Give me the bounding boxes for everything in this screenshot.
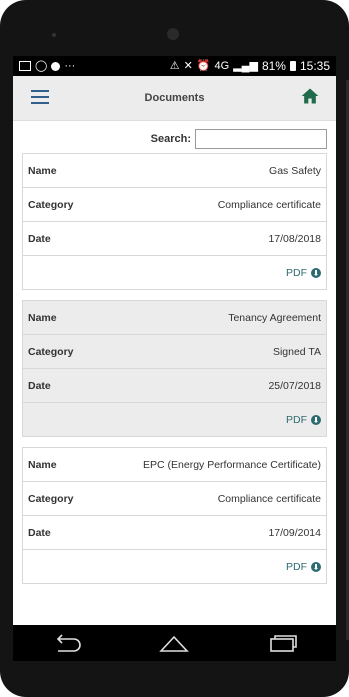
search-row: Search:: [22, 129, 327, 149]
document-name: EPC (Energy Performance Certificate): [143, 458, 321, 471]
screen: ◯ ··· ⚠ ✕ ⏰ 4G ▂▄▆ 81% 15:35 Documents S…: [13, 56, 336, 625]
page-title: Documents: [144, 92, 205, 104]
date-row: Date 17/08/2018: [23, 222, 326, 256]
mute-icon: ✕: [183, 59, 193, 72]
document-date: 17/09/2014: [268, 526, 321, 539]
alarm-icon: ⏰: [196, 59, 211, 72]
name-row: Name Tenancy Agreement: [23, 301, 326, 335]
phone-sensor: [52, 33, 56, 37]
document-card: Name Gas Safety Category Compliance cert…: [22, 153, 327, 290]
document-date: 17/08/2018: [268, 232, 321, 245]
date-row: Date 17/09/2014: [23, 516, 326, 550]
category-row: Category Compliance certificate: [23, 482, 326, 516]
status-left: ◯ ···: [19, 59, 76, 72]
document-card: Name EPC (Energy Performance Certificate…: [22, 447, 327, 584]
category-label: Category: [28, 492, 74, 505]
whatsapp-icon: ◯: [35, 59, 48, 72]
document-name: Tenancy Agreement: [228, 311, 321, 324]
phone-frame: ◯ ··· ⚠ ✕ ⏰ 4G ▂▄▆ 81% 15:35 Documents S…: [0, 0, 349, 697]
notification-icon: [51, 61, 61, 71]
home-icon[interactable]: [300, 86, 320, 106]
gallery-icon: [19, 61, 31, 71]
recents-icon[interactable]: [265, 633, 299, 653]
more-notifications-icon: ···: [64, 59, 76, 72]
document-category: Compliance certificate: [217, 198, 321, 211]
date-label: Date: [28, 232, 51, 245]
home-nav-icon[interactable]: [157, 633, 191, 653]
clock: 15:35: [299, 59, 330, 73]
content: Search: Name Gas Safety Category Complia…: [13, 121, 336, 584]
category-label: Category: [28, 198, 74, 211]
back-icon[interactable]: [50, 633, 84, 653]
document-category: Signed TA: [272, 345, 321, 358]
pdf-download-icon[interactable]: [311, 414, 321, 425]
name-row: Name Gas Safety: [23, 154, 326, 188]
battery-icon: [289, 61, 296, 71]
document-date: 25/07/2018: [268, 379, 321, 392]
pdf-link[interactable]: PDF: [23, 256, 326, 289]
pdf-label[interactable]: PDF: [286, 561, 307, 573]
search-input[interactable]: [195, 129, 327, 149]
pdf-download-icon[interactable]: [311, 561, 321, 572]
date-label: Date: [28, 379, 51, 392]
status-right: ⚠ ✕ ⏰ 4G ▂▄▆ 81% 15:35: [170, 59, 330, 73]
battery-percent: 81%: [261, 59, 286, 73]
pdf-download-icon[interactable]: [311, 267, 321, 278]
date-row: Date 25/07/2018: [23, 369, 326, 403]
warning-icon: ⚠: [169, 59, 180, 72]
search-label: Search:: [150, 133, 191, 145]
menu-icon[interactable]: [31, 90, 49, 104]
name-row: Name EPC (Energy Performance Certificate…: [23, 448, 326, 482]
name-label: Name: [28, 311, 57, 324]
status-bar: ◯ ··· ⚠ ✕ ⏰ 4G ▂▄▆ 81% 15:35: [13, 56, 336, 76]
document-category: Compliance certificate: [217, 492, 321, 505]
app-bar: Documents: [13, 76, 336, 121]
category-label: Category: [28, 345, 74, 358]
pdf-link[interactable]: PDF: [23, 550, 326, 583]
android-nav-bar: [13, 625, 336, 661]
date-label: Date: [28, 526, 51, 539]
pdf-link[interactable]: PDF: [23, 403, 326, 436]
signal-icon: ▂▄▆: [233, 59, 258, 72]
document-card: Name Tenancy Agreement Category Signed T…: [22, 300, 327, 437]
front-camera: [167, 28, 179, 40]
category-row: Category Compliance certificate: [23, 188, 326, 222]
category-row: Category Signed TA: [23, 335, 326, 369]
name-label: Name: [28, 458, 57, 471]
pdf-label[interactable]: PDF: [286, 267, 307, 279]
name-label: Name: [28, 164, 57, 177]
network-type-icon: 4G: [214, 59, 230, 72]
pdf-label[interactable]: PDF: [286, 414, 307, 426]
document-name: Gas Safety: [269, 164, 321, 177]
